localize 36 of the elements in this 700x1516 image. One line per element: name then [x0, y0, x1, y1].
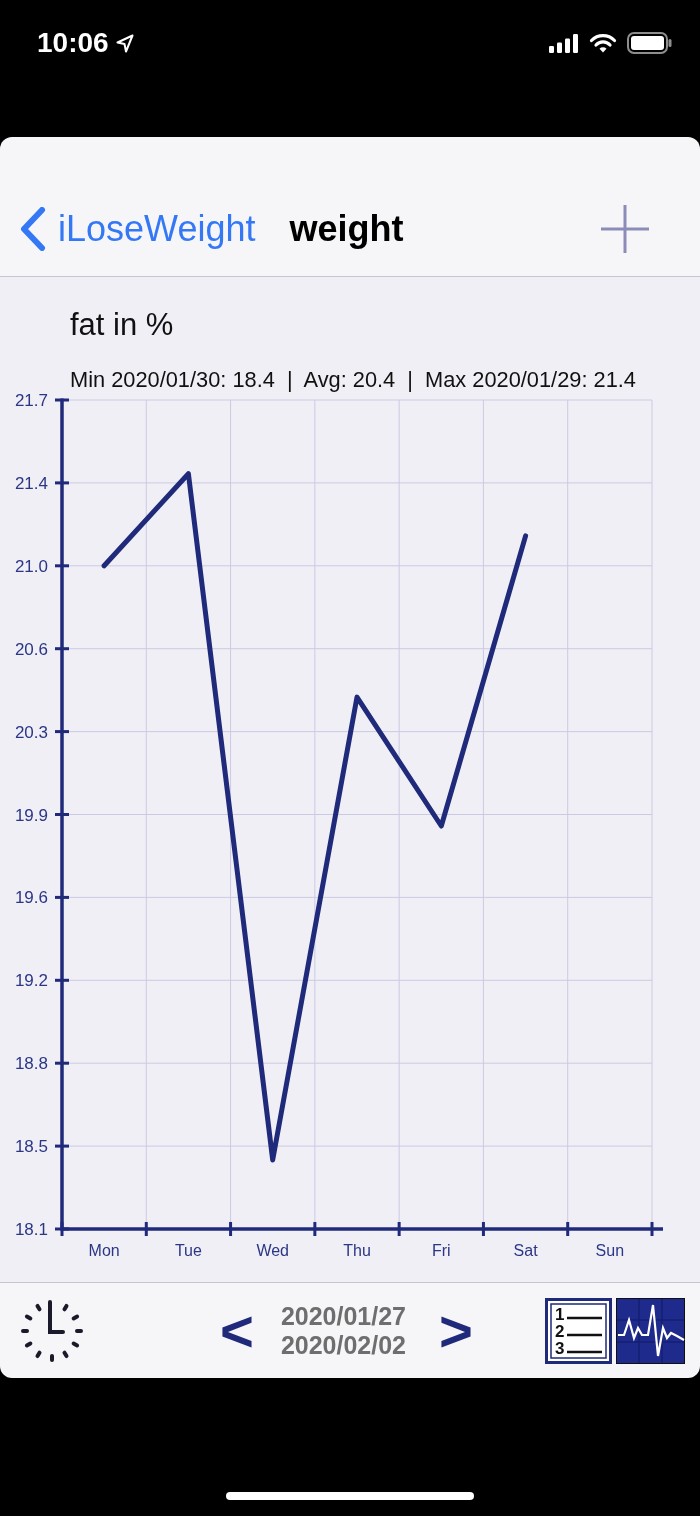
next-button[interactable]: > — [439, 1302, 473, 1359]
y-axis-label: 20.3 — [14, 722, 48, 742]
date-text: 2020/01/27 — [280, 1301, 406, 1331]
date-text: 2020/02/02 — [280, 1330, 406, 1360]
signal-icon — [549, 33, 579, 53]
pulse-chart-icon[interactable] — [616, 1297, 685, 1364]
x-axis-label: Sun — [595, 1242, 625, 1259]
y-axis-label: 21.4 — [14, 473, 48, 493]
x-axis-label: Thu — [343, 1242, 371, 1259]
x-axis-label: Wed — [256, 1242, 289, 1259]
chevron-left-icon — [20, 206, 46, 251]
y-axis-label: 20.6 — [14, 639, 48, 659]
y-axis-label: 19.9 — [14, 805, 48, 825]
x-axis-label: Tue — [174, 1242, 202, 1259]
x-axis-label: Mon — [88, 1242, 120, 1259]
x-axis-label: Sat — [513, 1242, 538, 1259]
y-axis-label: 21.0 — [14, 556, 48, 576]
previous-button[interactable]: < — [220, 1302, 254, 1359]
y-axis-label: 21.7 — [14, 391, 48, 410]
status-time: 10:06 — [37, 28, 109, 58]
wifi-icon — [589, 33, 617, 53]
screen-title: weight — [289, 207, 404, 250]
plus-icon[interactable] — [601, 204, 649, 253]
numbered-list-icon[interactable]: 1 2 3 — [545, 1297, 612, 1364]
x-axis-label: Fri — [431, 1242, 451, 1259]
chart-title: fat in % — [70, 308, 174, 342]
y-axis-label: 19.6 — [14, 888, 48, 908]
clock-icon[interactable] — [20, 1298, 84, 1363]
y-axis-label: 18.1 — [14, 1220, 48, 1239]
y-axis-label: 18.8 — [14, 1054, 48, 1074]
chart-summary: Min 2020/01/30: 18.4 | Avg: 20.4 | Max 2020/01/29: 21.4 — [70, 369, 636, 391]
back-button[interactable]: iLoseWeight — [20, 206, 256, 251]
battery-icon — [627, 32, 672, 54]
y-axis-label: 18.5 — [14, 1137, 48, 1157]
y-axis-label: 19.2 — [14, 971, 48, 991]
location-arrow-icon — [115, 34, 134, 53]
